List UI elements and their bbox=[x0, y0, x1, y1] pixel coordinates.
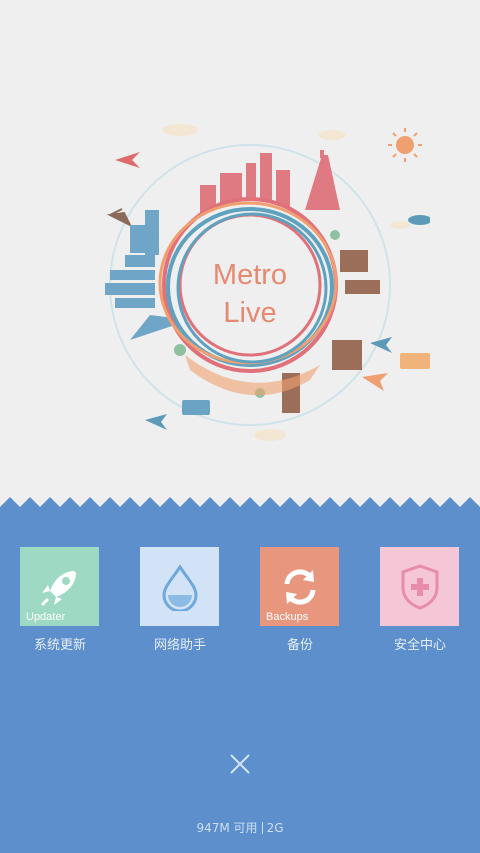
tile-label-security-center: 安全中心 bbox=[393, 638, 446, 653]
tile-updater[interactable]: Updater bbox=[20, 547, 99, 626]
airplane-icon bbox=[115, 152, 140, 168]
tile-name: Backups bbox=[266, 611, 309, 623]
water-drop-icon bbox=[161, 563, 198, 611]
launcher-panel: Updater 系统更新 网络助手 Backups 备份 安全中心 947M 可… bbox=[0, 514, 480, 853]
tile-bg bbox=[140, 547, 219, 626]
sun-icon bbox=[388, 128, 422, 162]
tile-security-center[interactable] bbox=[380, 547, 459, 626]
shield-plus-icon bbox=[401, 563, 438, 610]
tile-backups[interactable]: Backups bbox=[260, 547, 339, 626]
tile-bg bbox=[380, 547, 459, 626]
close-icon[interactable] bbox=[225, 749, 255, 779]
memory-available: 947M 可用 bbox=[196, 821, 258, 835]
tile-label-updater: 系统更新 bbox=[33, 638, 86, 653]
zigzag-divider bbox=[0, 497, 480, 515]
tile-label-backups: 备份 bbox=[286, 638, 313, 653]
status-bar: 947M 可用 2G bbox=[0, 819, 480, 836]
app-logo: Metro Live bbox=[160, 255, 340, 335]
status-divider bbox=[261, 822, 263, 834]
network-type: 2G bbox=[266, 821, 284, 835]
logo-line-2: Live bbox=[223, 297, 277, 329]
tile-label-network-assistant: 网络助手 bbox=[153, 638, 206, 653]
logo-line-1: Metro bbox=[212, 259, 288, 291]
sync-icon bbox=[284, 568, 315, 605]
splash-area: Metro Live bbox=[0, 0, 480, 505]
tile-name: Updater bbox=[26, 611, 66, 623]
tile-network-assistant[interactable] bbox=[140, 547, 219, 626]
rocket-icon bbox=[40, 570, 76, 606]
